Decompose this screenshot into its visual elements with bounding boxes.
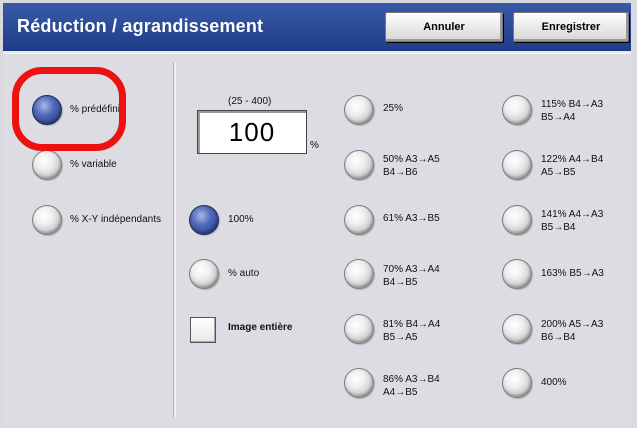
preset-200-label: 200% A5→A3 B6→B4 xyxy=(541,319,604,343)
preset-70-label: 70% A3→A4 B4→B5 xyxy=(383,264,440,288)
preset-122-radio[interactable] xyxy=(502,150,532,180)
preset-200-radio[interactable] xyxy=(502,314,532,344)
preset-163-label: 163% B5→A3 xyxy=(541,268,604,279)
option-100-label: 100% xyxy=(228,214,254,225)
option-auto-radio[interactable] xyxy=(189,259,219,289)
image-entiere-label: Image entière xyxy=(228,322,293,333)
preset-61-radio[interactable] xyxy=(344,205,374,235)
percent-unit-label: % xyxy=(310,140,319,151)
percent-value-field[interactable]: 100 xyxy=(197,110,307,154)
preset-86-label: 86% A3→B4 A4→B5 xyxy=(383,374,440,398)
page-title: Réduction / agrandissement xyxy=(17,16,264,36)
preset-81-label: 81% B4→A4 B5→A5 xyxy=(383,319,441,343)
column-divider xyxy=(173,62,176,417)
preset-86-radio[interactable] xyxy=(344,368,374,398)
option-100-radio[interactable] xyxy=(189,205,219,235)
option-auto-label: % auto xyxy=(228,268,260,279)
preset-400-radio[interactable] xyxy=(502,368,532,398)
preset-50-radio[interactable] xyxy=(344,150,374,180)
range-label: (25 - 400) xyxy=(228,96,272,107)
preset-115-radio[interactable] xyxy=(502,95,532,125)
mode-variable-radio[interactable] xyxy=(32,150,62,180)
preset-70-radio[interactable] xyxy=(344,259,374,289)
cancel-button[interactable]: Annuler xyxy=(385,12,503,42)
preset-25-radio[interactable] xyxy=(344,95,374,125)
preset-141-radio[interactable] xyxy=(502,205,532,235)
preset-115-label: 115% B4→A3 B5→A4 xyxy=(541,99,604,123)
mode-variable-label: % variable xyxy=(70,159,117,170)
preset-50-label: 50% A3→A5 B4→B6 xyxy=(383,154,440,178)
save-button[interactable]: Enregistrer xyxy=(513,12,629,42)
preset-400-label: 400% xyxy=(541,377,567,388)
preset-61-label: 61% A3→B5 xyxy=(383,213,440,224)
mode-xy-label: % X-Y indépendants xyxy=(70,214,161,225)
preset-81-radio[interactable] xyxy=(344,314,374,344)
preset-163-radio[interactable] xyxy=(502,259,532,289)
preset-141-label: 141% A4→A3 B5→B4 xyxy=(541,209,604,233)
mode-xy-radio[interactable] xyxy=(32,205,62,235)
preset-122-label: 122% A4→B4 A5→B5 xyxy=(541,154,604,178)
image-entiere-checkbox[interactable] xyxy=(190,317,216,343)
preset-25-label: 25% xyxy=(383,103,404,114)
highlight-annotation xyxy=(12,67,126,151)
